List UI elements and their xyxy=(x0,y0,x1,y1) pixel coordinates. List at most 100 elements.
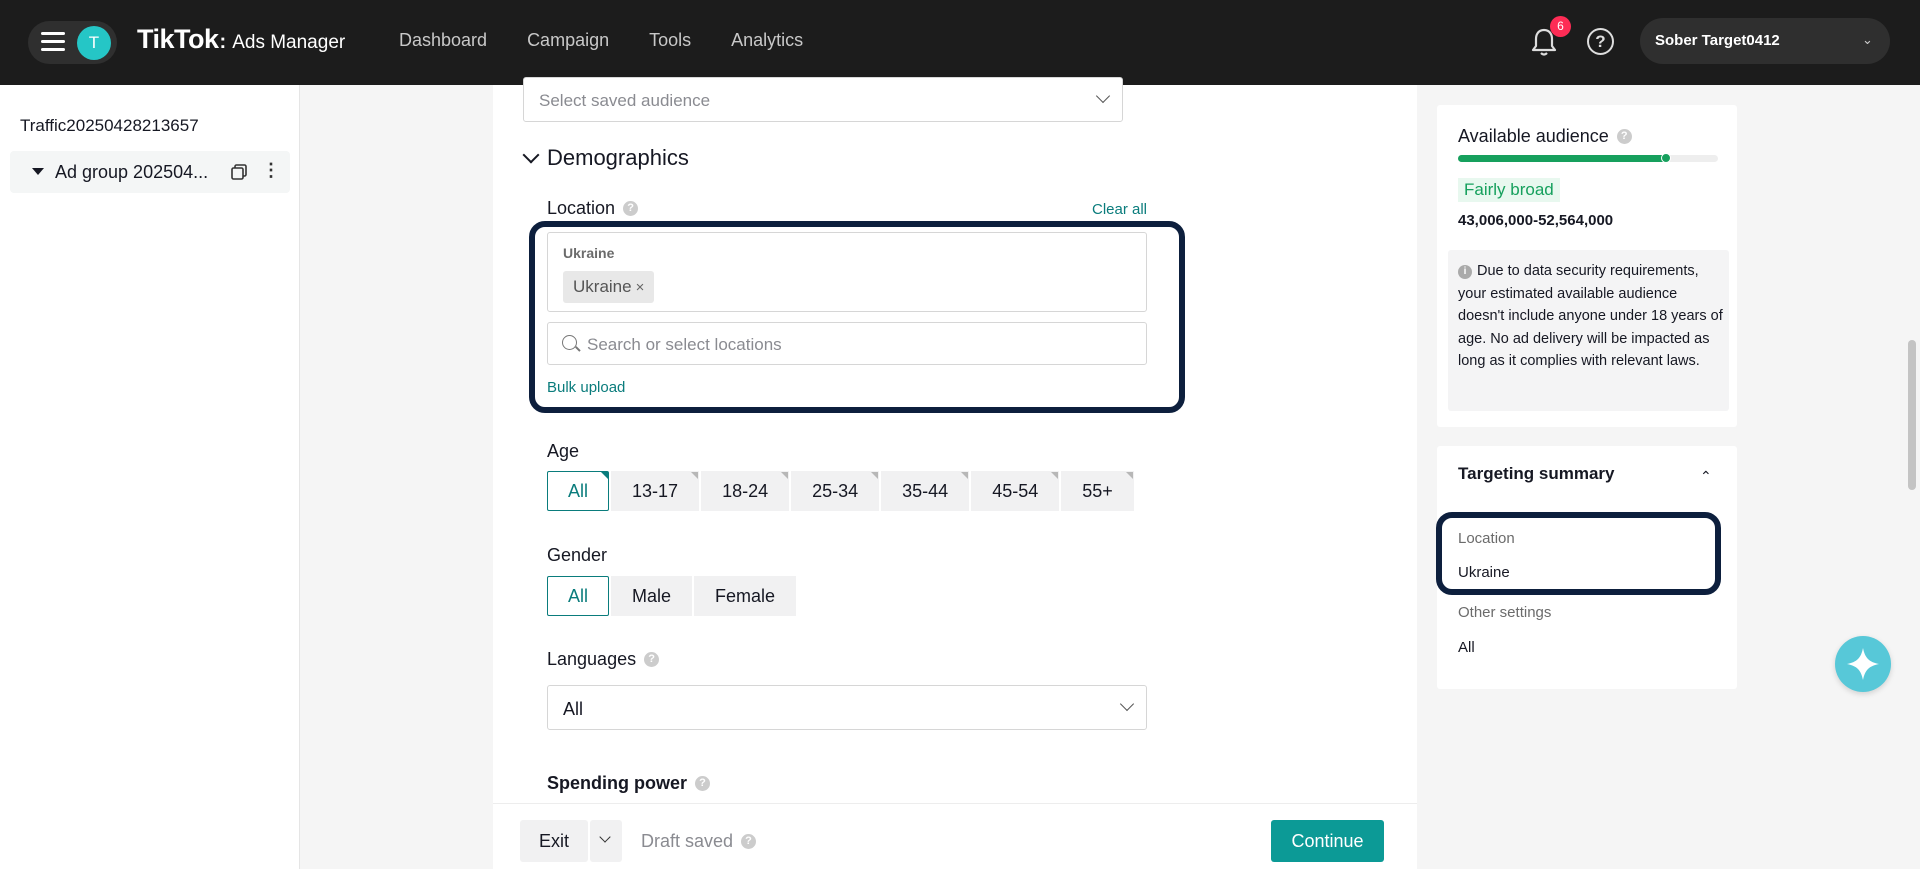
ad-group-row[interactable]: Ad group 202504... ⋮ xyxy=(10,151,290,193)
targeting-summary-title: Targeting summary xyxy=(1458,464,1615,483)
help-icon[interactable]: ? xyxy=(695,776,711,791)
audience-rating: Fairly broad xyxy=(1458,178,1560,202)
chevron-down-icon xyxy=(1119,696,1135,712)
age-label: Age xyxy=(547,441,580,461)
location-group-title: Ukraine xyxy=(563,245,615,261)
summary-other-label: Other settings xyxy=(1458,604,1552,621)
selected-locations-box: Ukraine Ukraine × xyxy=(547,232,1147,312)
languages-label: Languages? xyxy=(547,649,660,670)
exit-button[interactable]: Exit xyxy=(520,820,588,862)
corner-marker xyxy=(601,472,609,479)
chevron-up-icon[interactable]: ⌃ xyxy=(1700,468,1712,485)
age-option-55-plus[interactable]: 55+ xyxy=(1061,471,1134,511)
age-option-45-54[interactable]: 45-54 xyxy=(971,471,1060,511)
available-audience-title-text: Available audience xyxy=(1458,126,1609,146)
summary-location-label: Location xyxy=(1458,530,1515,547)
location-tag-label: Ukraine xyxy=(573,277,632,296)
help-icon[interactable]: ? xyxy=(623,201,639,216)
summary-location-value: Ukraine xyxy=(1458,564,1510,581)
demographics-header[interactable]: Demographics xyxy=(522,145,689,171)
audience-size-meter xyxy=(1458,153,1718,163)
languages-value: All xyxy=(563,699,584,719)
search-icon xyxy=(562,335,577,350)
help-icon[interactable]: ? xyxy=(1587,28,1614,55)
summary-other-value: All xyxy=(1458,639,1475,656)
languages-select[interactable]: All xyxy=(547,685,1147,730)
gender-label: Gender xyxy=(547,545,608,565)
corner-marker xyxy=(691,472,699,479)
help-icon[interactable]: ? xyxy=(644,652,660,667)
location-label: Location? xyxy=(547,198,639,219)
audience-note: i Due to data security requirements, your… xyxy=(1448,250,1729,411)
logo-brand: TikTok xyxy=(137,24,219,54)
spending-power-label: Spending power? xyxy=(547,773,711,794)
top-bar: T TikTok: Ads Manager Dashboard Campaign… xyxy=(0,0,1920,85)
nav-campaign[interactable]: Campaign xyxy=(527,30,609,51)
gender-segmented-control: All Male Female xyxy=(547,576,798,616)
spending-power-label-text: Spending power xyxy=(547,773,688,793)
saved-audience-placeholder: Select saved audience xyxy=(539,91,711,110)
age-option-25-34[interactable]: 25-34 xyxy=(791,471,880,511)
help-icon[interactable]: ? xyxy=(1616,129,1632,144)
location-tag: Ukraine × xyxy=(563,271,655,303)
age-option-18-24[interactable]: 18-24 xyxy=(701,471,790,511)
ad-group-form: Select saved audience Demographics Locat… xyxy=(493,77,1417,869)
close-icon[interactable]: × xyxy=(636,279,645,296)
age-option-13-17[interactable]: 13-17 xyxy=(611,471,700,511)
nav-dashboard[interactable]: Dashboard xyxy=(399,30,487,51)
age-option-label: 25-34 xyxy=(812,481,859,501)
targeting-summary-card: Targeting summary ⌃ Location Ukraine Oth… xyxy=(1436,446,1737,689)
scrollbar-thumb[interactable] xyxy=(1908,340,1916,490)
audience-range: 43,006,000-52,564,000 xyxy=(1458,212,1614,229)
clear-all-link[interactable]: Clear all xyxy=(1092,201,1147,218)
exit-dropdown-button[interactable] xyxy=(590,820,622,862)
age-option-35-44[interactable]: 35-44 xyxy=(881,471,970,511)
gender-option-male[interactable]: Male xyxy=(611,576,693,616)
tiktok-ads-logo[interactable]: TikTok: Ads Manager xyxy=(137,24,345,55)
continue-button[interactable]: Continue xyxy=(1271,820,1384,862)
campaign-name[interactable]: Traffic20250428213657 xyxy=(20,116,199,136)
main-nav: Dashboard Campaign Tools Analytics xyxy=(399,30,803,51)
location-search-input[interactable]: Search or select locations xyxy=(547,322,1147,365)
logo-suffix: Ads Manager xyxy=(232,32,346,53)
hamburger-icon[interactable] xyxy=(41,32,65,52)
corner-marker xyxy=(871,472,879,479)
audience-size-marker xyxy=(1661,153,1671,163)
bulk-upload-link[interactable]: Bulk upload xyxy=(547,379,625,396)
caret-down-icon[interactable] xyxy=(32,168,44,175)
audience-note-text: i Due to data security requirements, your… xyxy=(1458,260,1723,373)
age-option-label: 13-17 xyxy=(632,481,679,501)
languages-label-text: Languages xyxy=(547,649,637,669)
notification-badge[interactable]: 6 xyxy=(1550,16,1571,37)
corner-marker xyxy=(961,472,969,479)
account-name: Sober Target0412 xyxy=(1655,32,1780,49)
workspace-avatar[interactable]: T xyxy=(77,26,111,60)
age-option-label: 55+ xyxy=(1082,481,1113,501)
menu-toggle[interactable]: T xyxy=(28,21,117,64)
age-segmented-control: All 13-17 18-24 25-34 35-44 45-54 55+ xyxy=(547,471,1136,511)
corner-marker xyxy=(1051,472,1059,479)
age-option-label: All xyxy=(568,481,589,501)
chevron-down-icon xyxy=(1095,88,1111,104)
sparkle-icon xyxy=(1847,648,1879,680)
draft-status: Draft saved? xyxy=(641,831,757,852)
ai-assistant-button[interactable] xyxy=(1835,636,1891,692)
help-icon[interactable]: ? xyxy=(741,834,757,849)
nav-tools[interactable]: Tools xyxy=(649,30,691,51)
corner-marker xyxy=(1125,472,1133,479)
copy-icon[interactable] xyxy=(230,163,248,181)
audience-size-fill xyxy=(1458,155,1666,162)
gender-option-female[interactable]: Female xyxy=(694,576,797,616)
ad-group-label[interactable]: Ad group 202504... xyxy=(55,162,208,183)
chevron-down-icon xyxy=(599,831,611,843)
saved-audience-select[interactable]: Select saved audience xyxy=(523,77,1123,122)
chevron-down-icon[interactable] xyxy=(522,146,540,164)
available-audience-title: Available audience? xyxy=(1458,126,1632,147)
gender-option-all[interactable]: All xyxy=(547,576,610,616)
nav-analytics[interactable]: Analytics xyxy=(731,30,803,51)
more-vertical-icon[interactable]: ⋮ xyxy=(262,160,280,181)
form-footer: Exit Draft saved? Continue xyxy=(493,803,1417,869)
audience-note-body: Due to data security requirements, your … xyxy=(1458,263,1723,369)
account-switcher[interactable]: Sober Target0412 ⌄ xyxy=(1640,18,1890,64)
age-option-all[interactable]: All xyxy=(547,471,610,511)
